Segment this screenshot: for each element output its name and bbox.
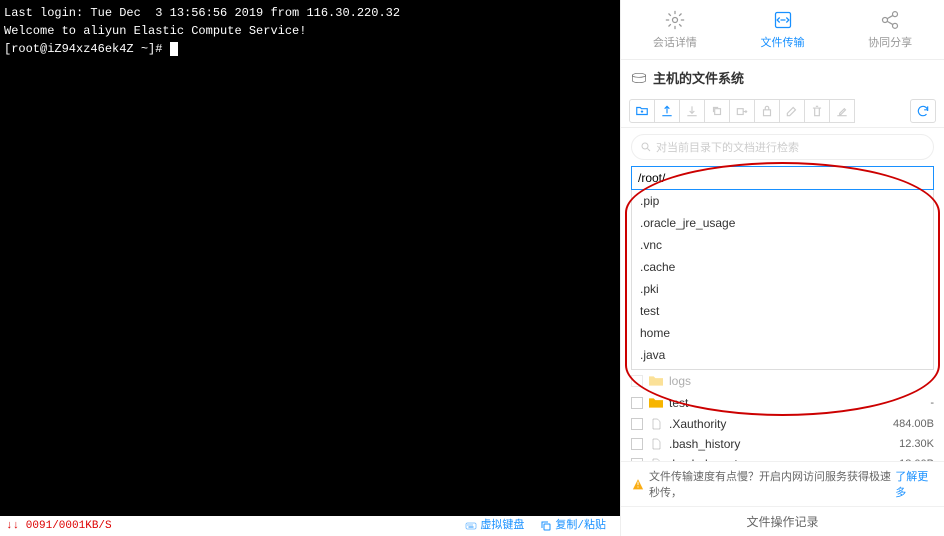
learn-more-link[interactable]: 了解更多 xyxy=(895,468,934,500)
dropdown-item[interactable]: .oracle_jre_usage xyxy=(632,212,933,234)
dropdown-item[interactable]: .java xyxy=(632,344,933,366)
tab-share[interactable]: 协同分享 xyxy=(836,0,944,59)
delete-button[interactable] xyxy=(804,99,830,123)
edit-button[interactable] xyxy=(829,99,855,123)
copy-button[interactable] xyxy=(704,99,730,123)
share-icon xyxy=(880,10,900,30)
dropdown-item[interactable]: .vnc xyxy=(632,234,933,256)
list-item[interactable]: .bash_logout 18.00B xyxy=(631,454,934,461)
search-icon xyxy=(640,141,652,153)
file-list: .Xauthority 484.00B .bash_history 12.30K… xyxy=(621,414,944,461)
path-input[interactable]: /root/ xyxy=(631,166,934,190)
rename-button[interactable] xyxy=(779,99,805,123)
warning-icon xyxy=(631,477,645,491)
transfer-icon xyxy=(773,10,793,30)
section-title: 主机的文件系统 xyxy=(621,60,944,95)
dropdown-item[interactable]: logs xyxy=(632,366,933,370)
terminal-line: Last login: Tue Dec 3 13:56:56 2019 from… xyxy=(4,4,616,22)
dropdown-item[interactable]: home xyxy=(632,322,933,344)
list-item[interactable]: test - xyxy=(627,392,938,414)
tabs: 会话详情 文件传输 协同分享 xyxy=(621,0,944,60)
footer-label[interactable]: 文件操作记录 xyxy=(621,506,944,536)
upload-button[interactable] xyxy=(654,99,680,123)
search-input[interactable]: 对当前目录下的文档进行检索 xyxy=(631,134,934,160)
copy-paste-button[interactable]: 复制/粘贴 xyxy=(540,518,606,535)
dropdown-item[interactable]: .pki xyxy=(632,278,933,300)
side-panel: 会话详情 文件传输 协同分享 主机的文件系统 xyxy=(620,0,944,536)
move-button[interactable] xyxy=(729,99,755,123)
checkbox[interactable] xyxy=(631,438,643,450)
dropdown-item[interactable]: .pip xyxy=(632,190,933,212)
terminal-prompt: [root@iZ94xz46ek4Z ~]# xyxy=(4,40,616,58)
download-button[interactable] xyxy=(679,99,705,123)
folder-icon xyxy=(649,375,663,387)
terminal-pane[interactable]: Last login: Tue Dec 3 13:56:56 2019 from… xyxy=(0,0,620,536)
permission-button[interactable] xyxy=(754,99,780,123)
checkbox[interactable] xyxy=(631,418,643,430)
tab-transfer[interactable]: 文件传输 xyxy=(729,0,837,59)
folder-icon xyxy=(649,397,663,409)
status-bar: ↓↓ 0091/0001KB/S 虚拟键盘 复制/粘贴 xyxy=(0,516,620,536)
list-item[interactable]: .Xauthority 484.00B xyxy=(631,414,934,434)
tip-bar: 文件传输速度有点慢？开启内网访问服务获得极速秒传，了解更多 xyxy=(621,461,944,506)
dropdown-item[interactable]: .cache xyxy=(632,256,933,278)
refresh-button[interactable] xyxy=(910,99,936,123)
new-folder-button[interactable] xyxy=(629,99,655,123)
file-icon xyxy=(649,438,663,450)
gear-icon xyxy=(665,10,685,30)
disk-icon xyxy=(631,71,647,85)
terminal-line: Welcome to aliyun Elastic Compute Servic… xyxy=(4,22,616,40)
checkbox[interactable] xyxy=(631,397,643,409)
file-toolbar xyxy=(621,95,944,128)
cursor-icon xyxy=(170,42,178,56)
dropdown-item[interactable]: test xyxy=(632,300,933,322)
list-item[interactable]: .bash_history 12.30K xyxy=(631,434,934,454)
checkbox[interactable] xyxy=(631,375,643,387)
file-icon xyxy=(649,418,663,430)
virtual-keyboard-button[interactable]: 虚拟键盘 xyxy=(465,518,524,535)
path-dropdown[interactable]: .pip .oracle_jre_usage .vnc .cache .pki … xyxy=(631,190,934,370)
list-item[interactable]: logs xyxy=(627,370,938,392)
transfer-speed: ↓↓ 0091/0001KB/S xyxy=(6,518,112,535)
tab-session[interactable]: 会话详情 xyxy=(621,0,729,59)
